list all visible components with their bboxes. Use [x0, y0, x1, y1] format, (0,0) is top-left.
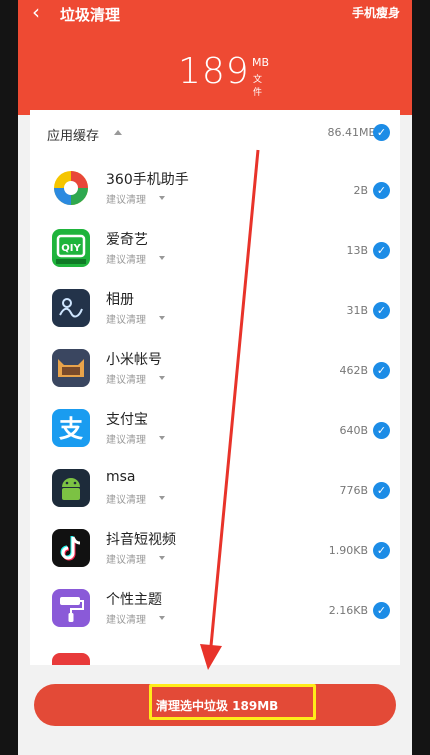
annotation-arrow-icon: [200, 149, 260, 670]
phone-screen: ‹ 垃圾清理 手机瘦身 189 MB 文件 应用缓存 86.41MB ✓ 360…: [18, 0, 412, 755]
